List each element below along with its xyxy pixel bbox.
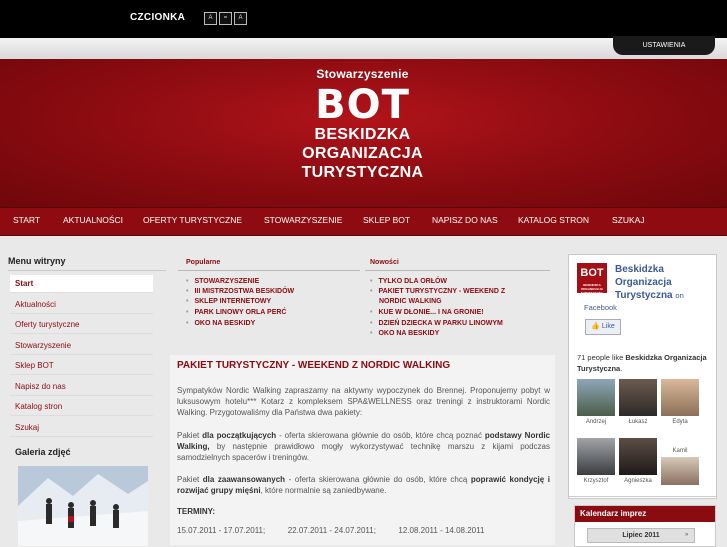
nav-item-catalog[interactable]: KATALOG STRON [518, 215, 589, 225]
bullet-icon: • [186, 309, 189, 316]
article-beginners: Pakiet dla początkujących - oferta skier… [177, 431, 551, 462]
facebook-like-button[interactable]: 👍 Like [585, 319, 621, 335]
calendar-month: Lipiec 2011 [587, 528, 695, 543]
popular-item[interactable]: • III MISTRZOSTWA BESKIDÓW [186, 288, 294, 295]
bullet-icon: • [186, 288, 189, 295]
divider [365, 270, 550, 271]
bullet-icon: • [186, 278, 189, 285]
popular-item-label: STOWARZYSZENIE [194, 278, 260, 285]
font-reset-button[interactable]: = [219, 12, 232, 25]
popular-item-label: OKO NA BESKIDY [194, 320, 256, 327]
calendar-title: Kalendarz imprez [575, 506, 715, 522]
facebook-link[interactable]: Facebook [584, 303, 617, 312]
article-advanced: Pakiet dla zaawansowanych - oferta skier… [177, 475, 550, 495]
fan-avatar[interactable]: Krzysztof [577, 438, 615, 484]
fan-avatar[interactable]: Kamil [661, 438, 699, 485]
news-item[interactable]: • PAKIET TURYSTYCZNY - WEEKEND Z [370, 288, 505, 295]
news-title: Nowości [370, 259, 399, 266]
term-date: 15.07.2011 - 17.07.2011; [177, 526, 266, 535]
main-nav: START AKTUALNOŚCI OFERTY TURYSTYCZNE STO… [0, 207, 727, 236]
term-date: 12.08.2011 - 14.08.2011 [398, 526, 485, 535]
bullet-icon: • [186, 298, 189, 305]
settings-tab[interactable]: USTAWIENIA [613, 36, 715, 55]
news-item-label: PAKIET TURYSTYCZNY - WEEKEND Z [378, 288, 506, 295]
news-item[interactable]: • OKO NA BESKIDY [370, 330, 439, 337]
facebook-like-count: 71 people like Beskidzka Organizacja Tur… [577, 353, 707, 373]
facebook-page-name[interactable]: Beskidzka Organizacja Turystyczna on [615, 263, 713, 302]
facebook-page-logo[interactable]: BOT BESKIDZKA ORGANIZACJA TURYSTYCZNA [577, 263, 607, 295]
facebook-like-box: BOT BESKIDZKA ORGANIZACJA TURYSTYCZNA Bes… [568, 254, 717, 499]
article-title[interactable]: PAKIET TURYSTYCZNY - WEEKEND Z NORDIC WA… [177, 360, 450, 371]
font-decrease-button[interactable]: A [234, 12, 247, 25]
bullet-icon: • [370, 330, 373, 337]
nav-item-shop[interactable]: SKLEP BOT [363, 215, 410, 225]
news-item[interactable]: • DZIEŃ DZIECKA W PARKU LINOWYM [370, 320, 503, 327]
fan-avatar[interactable]: Andrzej [577, 379, 615, 425]
term-date: 22.07.2011 - 24.07.2011; [287, 526, 376, 535]
logo-line-4: ORGANIZACJA [302, 145, 423, 162]
thumbs-up-icon: 👍 [591, 323, 600, 330]
popular-title: Popularne [186, 259, 221, 266]
event-calendar: Kalendarz imprez « Lipiec 2011 » [574, 505, 716, 547]
next-month-button[interactable]: » [685, 532, 688, 538]
terms-label: TERMINY: [177, 507, 216, 516]
font-increase-button[interactable]: A [204, 12, 217, 25]
popular-item[interactable]: • STOWARZYSZENIE [186, 278, 259, 285]
popular-item[interactable]: • SKLEP INTERNETOWY [186, 298, 271, 305]
popular-item-label: SKLEP INTERNETOWY [194, 298, 272, 305]
bullet-icon: • [370, 288, 373, 295]
article-intro: Sympatyków Nordic Walking zapraszamy na … [177, 386, 550, 417]
article: PAKIET TURYSTYCZNY - WEEKEND Z NORDIC WA… [170, 355, 555, 545]
divider [178, 270, 360, 271]
sidebar-item-start[interactable]: Start [10, 275, 153, 293]
nav-item-offers[interactable]: OFERTY TURYSTYCZNE [143, 215, 242, 225]
divider [8, 270, 166, 271]
sidebar-item-offers[interactable]: Oferty turystyczne [10, 316, 153, 334]
news-item-label: OKO NA BESKIDY [378, 330, 440, 337]
logo-line-5: TURYSTYCZNA [301, 164, 424, 181]
logo-line-3: BESKIDZKA [314, 126, 411, 143]
nav-item-news[interactable]: AKTUALNOŚCI [63, 215, 123, 225]
sidebar-title: Menu witryny [8, 256, 66, 266]
top-bar: CZCIONKA A = A [0, 0, 727, 38]
bullet-icon: • [370, 309, 373, 316]
gallery-snow-photo [18, 466, 148, 546]
popular-item[interactable]: • PARK LINOWY ORLA PERĆ [186, 309, 287, 316]
bullet-icon: • [370, 320, 373, 327]
divider [569, 496, 716, 497]
news-item[interactable]: • KUE W DŁONIE... I NA GRONIE! [370, 309, 484, 316]
nav-item-start[interactable]: START [13, 215, 40, 225]
gallery-title: Galeria zdjęć [15, 447, 71, 457]
nav-item-association[interactable]: STOWARZYSZENIE [264, 215, 342, 225]
logo-bot: BOT [315, 82, 410, 128]
popular-item[interactable]: • OKO NA BESKIDY [186, 320, 255, 327]
popular-item-label: PARK LINOWY ORLA PERĆ [194, 309, 287, 316]
sidebar-item-news[interactable]: Aktualności [10, 296, 153, 314]
nav-item-contact[interactable]: NAPISZ DO NAS [432, 215, 498, 225]
bullet-icon: • [370, 278, 373, 285]
logo-line-1: Stowarzyszenie [316, 67, 409, 81]
sidebar-item-shop[interactable]: Sklep BOT [10, 357, 153, 375]
site-header: Stowarzyszenie BOT BESKIDZKA ORGANIZACJA… [0, 59, 727, 207]
sidebar-item-search[interactable]: Szukaj [10, 419, 153, 437]
fan-avatar[interactable]: Edyta [661, 379, 699, 425]
fan-avatar[interactable]: Łukasz [619, 379, 657, 425]
news-item-label: TYLKO DLA ORŁÓW [378, 278, 448, 285]
popular-item-label: III MISTRZOSTWA BESKIDÓW [194, 288, 295, 295]
news-item-continued[interactable]: NORDIC WALKING [379, 298, 442, 305]
sidebar-item-contact[interactable]: Napisz do nas [10, 378, 153, 396]
site-logo[interactable]: Stowarzyszenie BOT BESKIDZKA ORGANIZACJA… [290, 67, 435, 182]
news-item-label: KUE W DŁONIE... I NA GRONIE! [378, 309, 484, 316]
bullet-icon: • [186, 320, 189, 327]
news-item-label: DZIEŃ DZIECKA W PARKU LINOWYM [378, 320, 503, 327]
fan-avatar[interactable]: Agnieszka [619, 438, 657, 484]
nav-item-search[interactable]: SZUKAJ [612, 215, 645, 225]
terms-dates: 15.07.2011 - 17.07.2011; 22.07.2011 - 24… [177, 525, 550, 536]
news-item[interactable]: • TYLKO DLA ORŁÓW [370, 278, 447, 285]
font-size-label: CZCIONKA [130, 12, 186, 23]
gallery-photo[interactable] [18, 466, 148, 546]
sidebar-item-catalog[interactable]: Katalog stron [10, 398, 153, 416]
sidebar-item-association[interactable]: Stowarzyszenie [10, 337, 153, 355]
